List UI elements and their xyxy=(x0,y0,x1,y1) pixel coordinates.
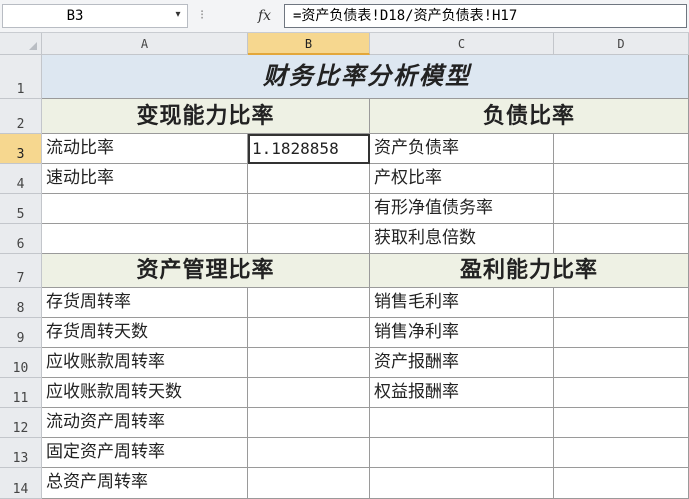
column-header-a[interactable]: A xyxy=(42,33,248,55)
cell-b13[interactable] xyxy=(248,438,370,468)
cell-c10[interactable]: 资产报酬率 xyxy=(370,348,554,378)
formula-input[interactable]: =资产负债表!D18/资产负债表!H17 xyxy=(284,4,687,28)
row-header-8[interactable]: 8 xyxy=(0,288,42,318)
column-header-d[interactable]: D xyxy=(554,33,689,55)
cell-d8[interactable] xyxy=(554,288,689,318)
cell-b4[interactable] xyxy=(248,164,370,194)
row-header-2[interactable]: 2 xyxy=(0,99,42,134)
row-header-3[interactable]: 3 xyxy=(0,134,42,164)
cell-c8[interactable]: 销售毛利率 xyxy=(370,288,554,318)
name-box-dropdown-icon[interactable]: ▾ xyxy=(172,9,184,21)
column-header-b[interactable]: B xyxy=(248,33,370,55)
cell-a8[interactable]: 存货周转率 xyxy=(42,288,248,318)
cell-a13[interactable]: 固定资产周转率 xyxy=(42,438,248,468)
row-header-13[interactable]: 13 xyxy=(0,438,42,468)
cell-b6[interactable] xyxy=(248,224,370,254)
cell-d12[interactable] xyxy=(554,408,689,438)
column-header-c[interactable]: C xyxy=(370,33,554,55)
cell-a3[interactable]: 流动比率 xyxy=(42,134,248,164)
cell-a9[interactable]: 存货周转天数 xyxy=(42,318,248,348)
cell-c4[interactable]: 产权比率 xyxy=(370,164,554,194)
row-header-11[interactable]: 11 xyxy=(0,378,42,408)
cell-c12[interactable] xyxy=(370,408,554,438)
cell-c11[interactable]: 权益报酬率 xyxy=(370,378,554,408)
row-header-9[interactable]: 9 xyxy=(0,318,42,348)
cell-b3-active[interactable]: 1.1828858 xyxy=(248,134,370,164)
cell-a11[interactable]: 应收账款周转天数 xyxy=(42,378,248,408)
cell-d9[interactable] xyxy=(554,318,689,348)
row-header-4[interactable]: 4 xyxy=(0,164,42,194)
cell-c14[interactable] xyxy=(370,468,554,499)
cell-b12[interactable] xyxy=(248,408,370,438)
section-debt-ratios[interactable]: 负债比率 xyxy=(370,99,689,134)
row-header-12[interactable]: 12 xyxy=(0,408,42,438)
cell-a12[interactable]: 流动资产周转率 xyxy=(42,408,248,438)
cell-c3[interactable]: 资产负债率 xyxy=(370,134,554,164)
cell-d3[interactable] xyxy=(554,134,689,164)
cell-c5[interactable]: 有形净值债务率 xyxy=(370,194,554,224)
name-box[interactable]: B3 xyxy=(2,4,188,28)
section-asset-management-ratios[interactable]: 资产管理比率 xyxy=(42,254,370,288)
row-header-5[interactable]: 5 xyxy=(0,194,42,224)
cell-d6[interactable] xyxy=(554,224,689,254)
cell-a10[interactable]: 应收账款周转率 xyxy=(42,348,248,378)
row-header-1[interactable]: 1 xyxy=(0,55,42,99)
cell-a6[interactable] xyxy=(42,224,248,254)
select-all-corner[interactable] xyxy=(0,33,42,55)
cell-c13[interactable] xyxy=(370,438,554,468)
cell-d10[interactable] xyxy=(554,348,689,378)
cell-d13[interactable] xyxy=(554,438,689,468)
row-header-7[interactable]: 7 xyxy=(0,254,42,288)
section-profitability-ratios[interactable]: 盈利能力比率 xyxy=(370,254,689,288)
cell-c9[interactable]: 销售净利率 xyxy=(370,318,554,348)
cell-a4[interactable]: 速动比率 xyxy=(42,164,248,194)
row-header-14[interactable]: 14 xyxy=(0,468,42,499)
insert-function-icon[interactable]: fx xyxy=(258,5,280,27)
sheet-title-cell[interactable]: 财务比率分析模型 xyxy=(42,55,689,99)
row-header-6[interactable]: 6 xyxy=(0,224,42,254)
cell-d11[interactable] xyxy=(554,378,689,408)
section-liquidity-ratios[interactable]: 变现能力比率 xyxy=(42,99,370,134)
cell-d14[interactable] xyxy=(554,468,689,499)
formula-bar-grip-icon: ⁝ xyxy=(200,8,205,23)
cell-b9[interactable] xyxy=(248,318,370,348)
cell-b14[interactable] xyxy=(248,468,370,499)
cell-d4[interactable] xyxy=(554,164,689,194)
cell-c6[interactable]: 获取利息倍数 xyxy=(370,224,554,254)
row-header-10[interactable]: 10 xyxy=(0,348,42,378)
cell-a5[interactable] xyxy=(42,194,248,224)
cell-a14[interactable]: 总资产周转率 xyxy=(42,468,248,499)
cell-b8[interactable] xyxy=(248,288,370,318)
cell-b11[interactable] xyxy=(248,378,370,408)
cell-b10[interactable] xyxy=(248,348,370,378)
cell-b5[interactable] xyxy=(248,194,370,224)
cell-d5[interactable] xyxy=(554,194,689,224)
